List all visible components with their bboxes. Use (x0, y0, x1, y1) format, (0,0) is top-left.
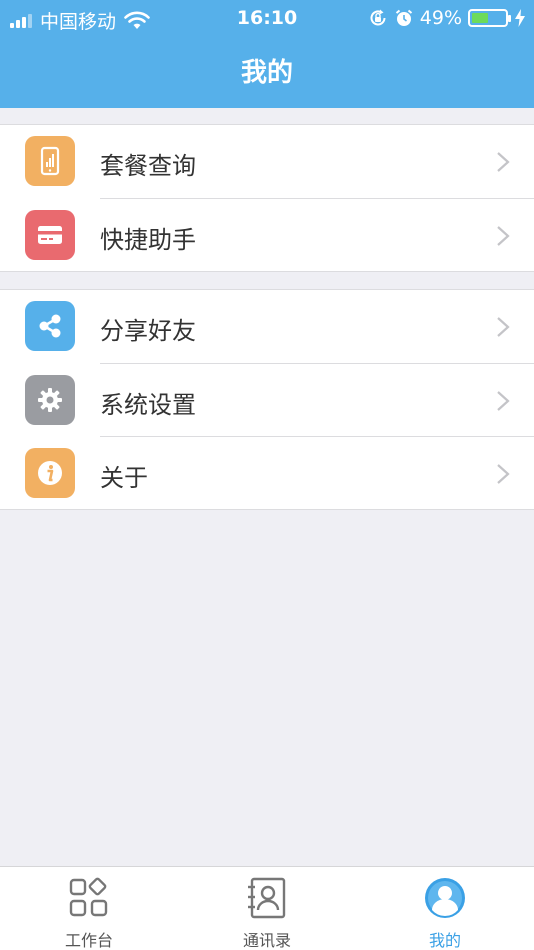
menu-item-label: 关于 (100, 464, 148, 492)
phone-chart-icon (25, 136, 75, 186)
menu-item-plan-query[interactable]: 套餐查询 (0, 125, 534, 198)
card-icon (25, 210, 75, 260)
share-icon (25, 301, 75, 351)
grid-icon (69, 877, 108, 917)
tab-label: 我的 (428, 931, 461, 950)
tab-label: 工作台 (64, 931, 113, 950)
gear-icon (25, 375, 75, 425)
menu-item-label: 系统设置 (100, 391, 196, 419)
charging-icon (515, 9, 525, 27)
header: 中国移动 16:10 49% 我的 (0, 0, 534, 108)
chevron-right-icon (497, 152, 510, 172)
battery-percent: 49% (419, 7, 462, 29)
tab-bar: 工作台 通讯录 我的 (0, 866, 534, 950)
contacts-icon (248, 877, 286, 919)
chevron-right-icon (497, 464, 510, 484)
menu-item-quick-assistant[interactable]: 快捷助手 (25, 198, 534, 271)
info-icon (25, 448, 75, 498)
tab-workbench[interactable]: 工作台 (0, 867, 178, 950)
page-title: 我的 (240, 58, 293, 88)
menu-item-label: 分享好友 (100, 317, 196, 345)
tab-label: 通讯录 (242, 931, 291, 950)
menu-group-1: 套餐查询 快捷助手 (0, 124, 534, 272)
status-bar: 中国移动 16:10 49% (0, 0, 534, 38)
menu-group-2: 分享好友 系统设置 关于 (0, 289, 534, 510)
status-right: 49% (362, 7, 526, 29)
tab-contacts[interactable]: 通讯录 (178, 867, 356, 950)
tab-mine[interactable]: 我的 (356, 867, 534, 950)
battery-icon (468, 9, 511, 27)
alarm-icon (395, 9, 412, 26)
chevron-right-icon (497, 317, 510, 337)
menu-item-share-friends[interactable]: 分享好友 (0, 290, 534, 363)
menu-item-system-settings[interactable]: 系统设置 (25, 363, 534, 436)
rotation-lock-icon (370, 9, 386, 26)
menu-item-label: 快捷助手 (100, 226, 196, 254)
chevron-right-icon (497, 226, 510, 246)
battery-fill (472, 13, 488, 23)
menu-item-about[interactable]: 关于 (25, 436, 534, 509)
menu-item-label: 套餐查询 (100, 152, 196, 180)
user-icon (425, 878, 465, 918)
chevron-right-icon (497, 391, 510, 411)
